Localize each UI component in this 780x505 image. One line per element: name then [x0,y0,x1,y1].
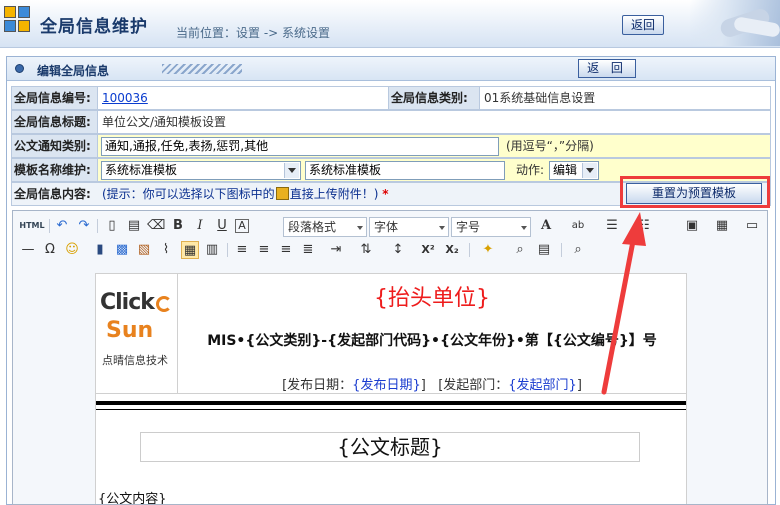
form-row-title: 全局信息标题: 单位公文/通知模板设置 [11,110,771,134]
action-select-value: 编辑 [553,163,578,177]
new-document-icon[interactable]: ▯ [103,217,121,235]
document-title: {公文标题} [140,432,640,462]
required-mark: * [382,187,389,201]
document-header-table: Click Sun 点晴信息技术 {抬头单位} MIS•{公文类别}-{发起部门… [96,274,686,394]
attachment-icon [275,187,289,200]
redo-icon[interactable]: ↷ [75,217,93,235]
toolbar-row-1: HTML ↶ ↷ ▯ ▤ ⌫ B I U A 段落格式 字体 字号 A ab ☰… [13,213,767,239]
panel-bullet-icon [15,64,24,73]
panel-header: 编辑全局信息 返 回 [7,57,775,81]
top-header: 全局信息维护 当前位置：设置 -> 系统设置 返回 [0,0,780,48]
cell-properties-icon[interactable]: ▥ [203,241,221,259]
divider-thin [96,409,686,410]
zoom-icon[interactable]: ⌕ [569,241,587,259]
breadcrumb: 当前位置：设置 -> 系统设置 [176,26,331,40]
rich-text-editor: HTML ↶ ↷ ▯ ▤ ⌫ B I U A 段落格式 字体 字号 A ab ☰… [12,210,768,505]
panel-stripes-decoration [162,64,242,74]
underline-icon[interactable]: U [213,217,231,235]
document-canvas[interactable]: Click Sun 点晴信息技术 {抬头单位} MIS•{公文类别}-{发起部门… [95,273,687,505]
insert-table-icon[interactable]: ▦ [181,241,199,259]
horizontal-rule-icon[interactable]: — [19,241,37,259]
chevron-down-icon [436,218,448,236]
content-hint-prefix: (提示：你可以选择以下图标中的 [102,187,275,201]
id-label: 全局信息编号: [12,87,98,109]
insert-image-icon[interactable]: ▧ [135,241,153,259]
action-select[interactable]: 编辑 [549,161,599,180]
form-row-id: 全局信息编号: 100036 全局信息类别: 01系统基础信息设置 [11,86,771,110]
emoticon-icon[interactable]: ☺ [63,241,81,259]
chevron-down-icon [284,163,299,178]
subscript-icon[interactable]: X₂ [443,241,461,259]
text-border-icon[interactable]: A [235,219,249,233]
panel-title: 编辑全局信息 [37,64,110,78]
html-source-icon[interactable]: HTML [19,217,45,235]
document-org-header: {抬头单位} [374,286,490,311]
bullet-list-icon[interactable]: ☰ [603,217,621,235]
template-name-input[interactable]: 系统标准模板 [305,161,505,180]
paragraph-spacing-icon[interactable]: ↕ [389,241,407,259]
preview-icon[interactable]: ▭ [743,217,761,235]
app-logo-icon [4,6,32,34]
special-char-icon[interactable]: Ω [41,241,59,259]
notice-hint: (用逗号“，”分隔) [506,139,594,153]
align-right-icon[interactable]: ≡ [277,241,295,259]
image-icon[interactable]: ▣ [683,217,701,235]
numbered-list-icon[interactable]: ☷ [635,217,653,235]
italic-icon[interactable]: I [191,217,209,235]
paste-icon[interactable]: ▤ [125,217,143,235]
find-icon[interactable]: ⌕ [511,241,529,259]
content-hint-suffix: 直接上传附件！) [289,187,379,201]
align-center-icon[interactable]: ≡ [255,241,273,259]
line-height-icon[interactable]: ⇅ [357,241,375,259]
chevron-down-icon [518,218,530,236]
notice-types-input[interactable]: 通知,通报,任免,表扬,惩罚,其他 [101,137,499,156]
superscript-icon[interactable]: X² [419,241,437,259]
header-back-button[interactable]: 返回 [622,15,664,35]
form-row-notice: 公文通知类别: 通知,通报,任免,表扬,惩罚,其他 (用逗号“，”分隔) [11,134,771,158]
template-select-value: 系统标准模板 [105,163,178,177]
template-select[interactable]: 系统标准模板 [101,161,301,180]
panel-back-button[interactable]: 返 回 [578,59,636,78]
clipboard-icon[interactable]: ▤ [535,241,553,259]
align-left-icon[interactable]: ≡ [233,241,251,259]
highlight-color-icon[interactable]: ab [569,217,587,235]
justify-icon[interactable]: ≣ [299,241,317,259]
font-family-select[interactable]: 字体 [369,217,449,237]
document-meta-line: [发布日期：{发布日期}] [发起部门：{发起部门}] [282,378,582,393]
chevron-down-icon [354,218,366,236]
bold-icon[interactable]: B [169,217,187,235]
font-color-icon[interactable]: A [537,217,555,235]
action-label: 动作: [516,163,545,177]
handshake-banner-image [690,0,780,46]
media-icon[interactable]: ▩ [113,241,131,259]
template-label: 模板名称维护: [12,159,98,181]
category-label: 全局信息类别: [388,87,480,109]
title-label: 全局信息标题: [12,111,98,133]
undo-icon[interactable]: ↶ [53,217,71,235]
indent-icon[interactable]: ⇥ [327,241,345,259]
eraser-icon[interactable]: ⌫ [147,217,165,235]
divider-thick [96,401,686,405]
company-logo: Click Sun 点晴信息技术 [96,274,178,394]
category-value: 01系统基础信息设置 [484,91,596,105]
toolbar-row-2: — Ω ☺ ▮ ▩ ▧ ⌇ ▦ ▥ ≡ ≡ ≡ ≣ ⇥ ⇅ ↕ X² X₂ ✦ … [13,237,767,263]
paragraph-format-select[interactable]: 段落格式 [283,217,367,237]
chevron-down-icon [582,163,597,178]
id-link[interactable]: 100036 [102,91,148,105]
magic-format-icon[interactable]: ✦ [479,241,497,259]
title-value: 单位公文/通知模板设置 [102,115,227,129]
page-title: 全局信息维护 [40,17,148,37]
document-body: {公文内容} [98,492,167,505]
font-size-select[interactable]: 字号 [451,217,531,237]
reset-template-button[interactable]: 重置为预置模板 [626,183,762,204]
table-icon[interactable]: ▦ [713,217,731,235]
content-label: 全局信息内容: [14,187,91,201]
notice-label: 公文通知类别: [12,135,98,157]
flash-icon[interactable]: ▮ [91,241,109,259]
attachment-clip-icon[interactable]: ⌇ [157,241,175,259]
document-code-line: MIS•{公文类别}-{发起部门代码}•{公文年份}•第【{公文编号}】号 [207,333,657,349]
